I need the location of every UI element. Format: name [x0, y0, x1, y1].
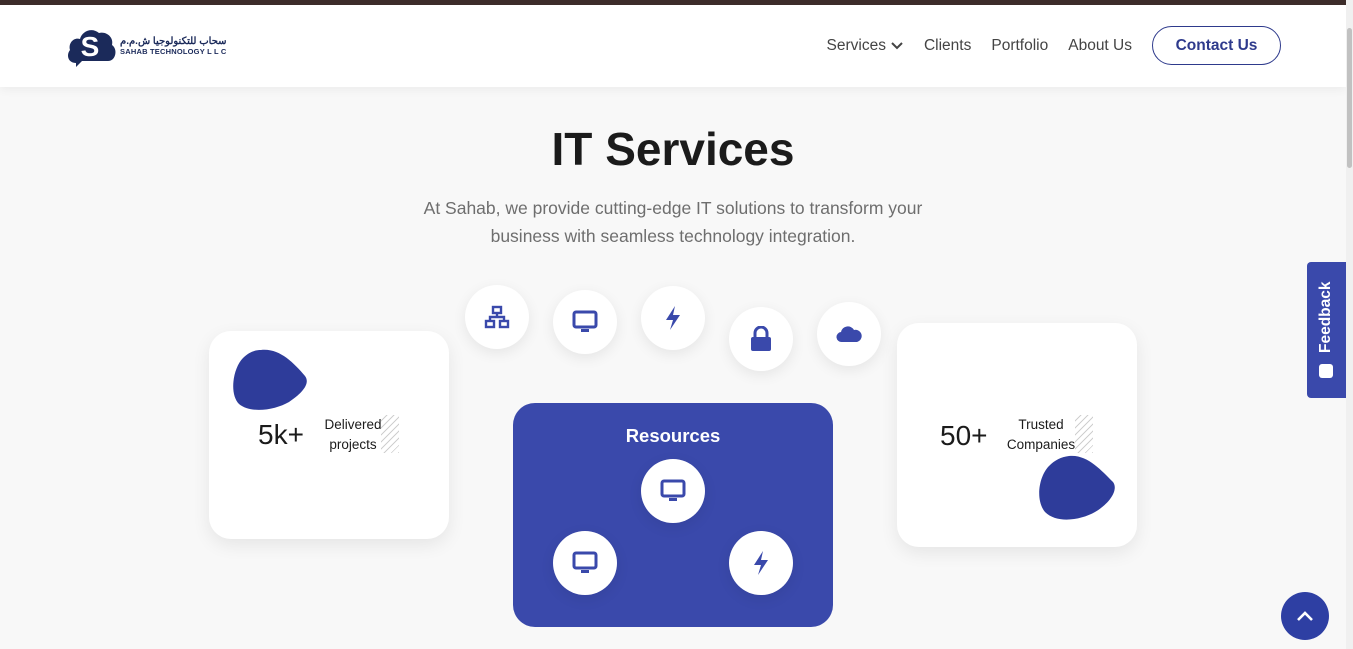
hatch-decoration — [1075, 415, 1093, 453]
nav-about-us[interactable]: About Us — [1068, 37, 1132, 55]
feedback-label: Feedback — [1317, 281, 1334, 353]
page-scrollbar[interactable] — [1346, 0, 1353, 649]
blob-shape — [233, 349, 307, 410]
logo[interactable]: S سحاب للتكنولوجيا ش.م.م SAHAB TECHNOLOG… — [66, 25, 227, 67]
nav-services-label: Services — [826, 37, 886, 54]
nav-portfolio-label: Portfolio — [991, 37, 1049, 54]
blob-shape — [1039, 455, 1115, 520]
stat-label-line2: projects — [329, 437, 377, 452]
chevron-up-icon — [1297, 611, 1313, 621]
stat-label-line2: Companies — [1006, 437, 1076, 452]
network-icon — [465, 285, 529, 349]
svg-text:S: S — [81, 31, 100, 62]
nav-portfolio[interactable]: Portfolio — [991, 37, 1048, 55]
stat-number: 5k+ — [258, 419, 304, 450]
nav-clients-label: Clients — [923, 37, 972, 54]
logo-arabic-text: سحاب للتكنولوجيا ش.م.م — [120, 36, 227, 47]
page-subtitle: At Sahab, we provide cutting-edge IT sol… — [423, 198, 923, 246]
contact-us-button[interactable]: Contact Us — [1152, 26, 1281, 65]
feedback-icon — [1319, 364, 1333, 378]
stat-label: Trusted Companies — [1003, 415, 1079, 455]
stat-label-line1: Delivered — [324, 417, 382, 432]
hatch-decoration — [381, 415, 399, 453]
nav-services[interactable]: Services — [827, 37, 904, 55]
nav-about-label: About Us — [1068, 37, 1132, 54]
lock-icon — [729, 307, 793, 371]
resources-title: Resources — [625, 425, 721, 446]
stat-card-companies: 50+ Trusted Companies — [897, 323, 1137, 547]
feedback-tab[interactable]: Feedback — [1307, 262, 1346, 398]
monitor-icon — [553, 531, 617, 595]
resources-card: Resources — [513, 403, 833, 627]
logo-english-text: SAHAB TECHNOLOGY L L C — [120, 47, 227, 56]
chevron-down-icon — [891, 42, 903, 50]
cloud-logo-icon: S — [66, 25, 118, 67]
scroll-to-top-button[interactable] — [1281, 592, 1329, 640]
site-header: S سحاب للتكنولوجيا ش.م.م SAHAB TECHNOLOG… — [0, 5, 1346, 87]
stat-card-projects: 5k+ Delivered projects — [209, 331, 449, 539]
stat-label-line1: Trusted — [1018, 417, 1064, 432]
stat-number: 50+ — [940, 420, 988, 451]
bolt-icon — [641, 286, 705, 350]
monitor-icon — [641, 459, 705, 523]
monitor-icon — [553, 290, 617, 354]
page-title: IT Services — [551, 123, 795, 175]
cloud-icon — [817, 302, 881, 366]
stat-label: Delivered projects — [320, 415, 386, 455]
scrollbar-thumb[interactable] — [1347, 28, 1352, 168]
nav-clients[interactable]: Clients — [924, 37, 971, 55]
main-nav: Services Clients Portfolio About Us — [827, 37, 1132, 55]
bolt-icon — [729, 531, 793, 595]
